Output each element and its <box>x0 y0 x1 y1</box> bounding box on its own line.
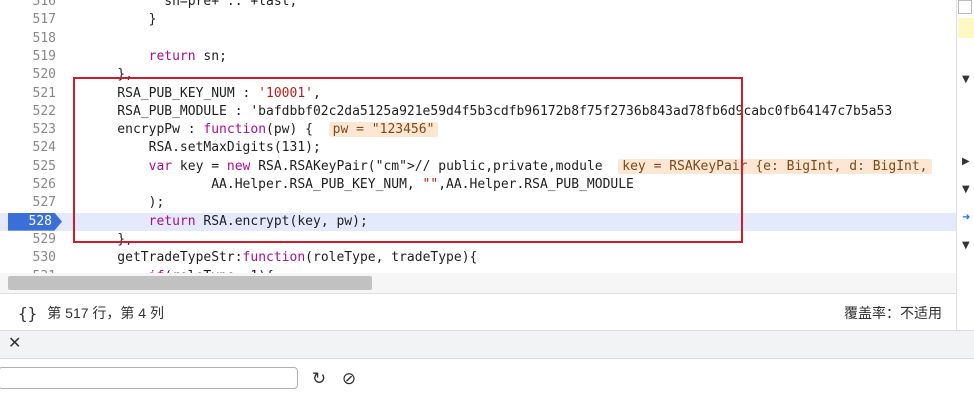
line-number[interactable]: 522 <box>0 103 56 121</box>
line-number[interactable]: 518 <box>0 30 56 48</box>
code-line[interactable]: 528 return RSA.encrypt(key, pw); <box>0 212 956 231</box>
code-text[interactable]: ); <box>86 194 165 212</box>
code-line[interactable]: 518 <box>0 30 956 48</box>
code-text[interactable]: RSA_PUB_KEY_NUM : '10001', <box>86 85 321 103</box>
coverage-status: 覆盖率：不适用 <box>844 305 942 321</box>
code-text[interactable]: }, <box>86 66 133 84</box>
code-text[interactable]: AA.Helper.RSA_PUB_KEY_NUM, "",AA.Helper.… <box>86 176 634 194</box>
code-line[interactable]: 525 var key = new RSA.RSAKeyPair("cm">//… <box>0 158 956 176</box>
breakpoint-marker[interactable]: 528 <box>8 212 62 231</box>
line-number[interactable]: 529 <box>0 231 56 249</box>
pretty-print-icon[interactable]: {} <box>18 304 37 323</box>
code-text[interactable]: return RSA.encrypt(key, pw); <box>86 213 368 231</box>
cursor-position: 第 517 行，第 4 列 <box>47 305 164 321</box>
source-editor[interactable]: 516 sn=pre+ .. +last; 517 } 518 519 return … <box>0 0 956 273</box>
code-line[interactable]: 517 } <box>0 11 956 29</box>
line-number[interactable]: 524 <box>0 139 56 157</box>
chevron-down-icon[interactable]: ▼ <box>962 74 970 85</box>
clear-icon[interactable]: ⊘ <box>339 369 359 389</box>
drawer-tabbar: ✕ <box>0 331 974 359</box>
console-drawer: ✕ ↻ ⊘ <box>0 330 974 416</box>
code-line[interactable]: 526 AA.Helper.RSA_PUB_KEY_NUM, "",AA.Hel… <box>0 176 956 194</box>
code-line[interactable]: 529 }, <box>0 231 956 249</box>
breakpoint-arrow-icon: ➜ <box>962 212 971 223</box>
edge-checkbox[interactable] <box>958 0 972 14</box>
code-text[interactable]: RSA.setMaxDigits(131); <box>86 139 321 157</box>
inline-value-hint: key = RSAKeyPair {e: BigInt, d: BigInt, <box>618 158 932 174</box>
line-number[interactable]: 523 <box>0 121 56 139</box>
line-number[interactable]: 520 <box>0 66 56 84</box>
code-line[interactable]: 516 sn=pre+ .. +last; <box>0 0 956 11</box>
code-line[interactable]: 530 getTradeTypeStr:function(roleType, t… <box>0 249 956 267</box>
line-number[interactable]: 521 <box>0 85 56 103</box>
code-line[interactable]: 522 RSA_PUB_MODULE : 'bafdbbf02c2da5125a… <box>0 103 956 121</box>
code-text[interactable]: sn=pre+ .. +last; <box>86 0 297 11</box>
chevron-right-icon[interactable]: ▶ <box>962 156 970 167</box>
editor-statusbar: {} 第 517 行，第 4 列 覆盖率：不适用 <box>0 293 956 330</box>
line-number[interactable]: 526 <box>0 176 56 194</box>
chevron-down-icon[interactable]: ▼ <box>962 240 970 251</box>
code-line[interactable]: 527 ); <box>0 194 956 212</box>
code-text[interactable]: encrypPw : function(pw) { pw = "123456" <box>86 121 439 139</box>
code-text[interactable]: }, <box>86 231 133 249</box>
edge-highlight <box>958 18 974 38</box>
chevron-down-icon[interactable]: ▼ <box>962 184 970 195</box>
code-line[interactable]: 519 return sn; <box>0 48 956 66</box>
line-number[interactable]: 527 <box>0 194 56 212</box>
horizontal-scrollbar[interactable] <box>0 273 956 293</box>
code-line[interactable]: 521 RSA_PUB_KEY_NUM : '10001', <box>0 85 956 103</box>
line-number[interactable]: 530 <box>0 249 56 267</box>
line-number[interactable]: 525 <box>0 158 56 176</box>
code-text[interactable]: return sn; <box>86 48 227 66</box>
close-icon[interactable]: ✕ <box>8 333 21 352</box>
code-text[interactable]: } <box>86 11 157 29</box>
scrollbar-thumb[interactable] <box>8 276 372 290</box>
code-text[interactable]: RSA_PUB_MODULE : 'bafdbbf02c2da5125a921e… <box>86 103 892 121</box>
code-text[interactable]: var key = new RSA.RSAKeyPair("cm">// pub… <box>86 158 932 176</box>
line-number[interactable]: 519 <box>0 48 56 66</box>
inline-value-hint: pw = "123456" <box>328 122 439 138</box>
code-line[interactable]: 520 }, <box>0 66 956 84</box>
code-line[interactable]: 524 RSA.setMaxDigits(131); <box>0 139 956 157</box>
code-line[interactable]: 523 encrypPw : function(pw) { pw = "1234… <box>0 121 956 139</box>
line-number[interactable]: 517 <box>0 11 56 29</box>
refresh-icon[interactable]: ↻ <box>309 369 329 389</box>
filter-input[interactable] <box>0 367 298 389</box>
code-text[interactable]: getTradeTypeStr:function(roleType, trade… <box>86 249 477 267</box>
line-number[interactable]: 516 <box>0 0 56 11</box>
